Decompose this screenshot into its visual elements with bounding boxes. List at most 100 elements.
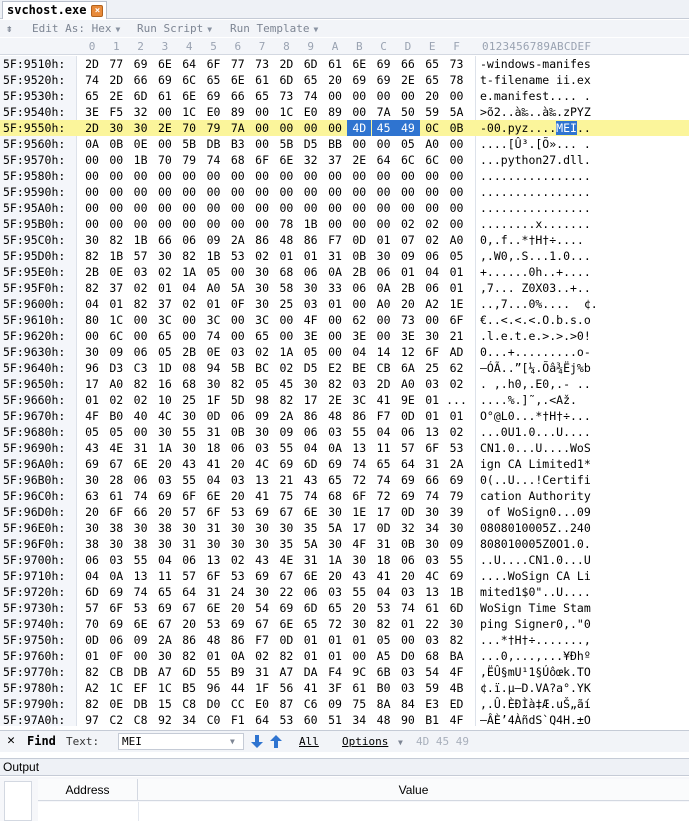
run-template-dropdown[interactable]: Run Template ▼	[230, 21, 318, 37]
hex-byte[interactable]: 1B	[299, 216, 323, 232]
hex-byte[interactable]: A7	[274, 664, 298, 680]
ascii-text[interactable]: ...*†H†÷.......,	[480, 632, 591, 648]
hex-byte[interactable]: 09	[274, 424, 298, 440]
hex-byte[interactable]: 37	[104, 280, 128, 296]
hex-byte[interactable]: 03	[396, 664, 420, 680]
hex-byte[interactable]: C0	[202, 712, 226, 726]
hex-byte[interactable]: 3C	[153, 312, 177, 328]
hex-row[interactable]: 5F:9570h: 00 00 1B 70 79 74 68 6F 6E 32 37 2E 64 6C 6C 0…	[0, 152, 689, 168]
hex-byte[interactable]: 20	[153, 504, 177, 520]
hex-byte[interactable]: 69	[104, 616, 128, 632]
hex-byte[interactable]: C2	[104, 712, 128, 726]
hex-byte[interactable]: 5A	[323, 520, 347, 536]
hex-byte[interactable]: 06	[104, 632, 128, 648]
hex-byte[interactable]: 97	[80, 712, 104, 726]
hex-byte[interactable]: 69	[104, 584, 128, 600]
hex-byte[interactable]: 67	[177, 600, 201, 616]
hex-byte[interactable]: 04	[177, 280, 201, 296]
hex-row[interactable]: 5F:9630h: 30 09 06 05 2B 0E 03 02 1A 05 00 04 14 12 6F A…	[0, 344, 689, 360]
hex-byte[interactable]: 20	[323, 568, 347, 584]
hex-byte[interactable]: 4E	[274, 552, 298, 568]
hex-byte[interactable]: 09	[202, 232, 226, 248]
hex-byte[interactable]: 30	[226, 536, 250, 552]
hex-byte[interactable]: 69	[372, 56, 396, 72]
hex-byte[interactable]: 00	[202, 200, 226, 216]
hex-byte[interactable]: 6F	[420, 440, 444, 456]
hex-byte[interactable]: 00	[299, 120, 323, 136]
hex-byte[interactable]: 10	[153, 392, 177, 408]
hex-byte[interactable]: C8	[129, 712, 153, 726]
hex-byte[interactable]: 31	[299, 552, 323, 568]
hex-byte[interactable]: 6D	[299, 600, 323, 616]
hex-byte[interactable]: 75	[347, 696, 371, 712]
hex-byte[interactable]: 2B	[347, 264, 371, 280]
hex-byte[interactable]: 0D	[347, 232, 371, 248]
hex-byte[interactable]: 86	[177, 632, 201, 648]
hex-byte[interactable]: 74	[372, 472, 396, 488]
hex-byte[interactable]: 80	[80, 312, 104, 328]
hex-byte[interactable]: 6F	[177, 488, 201, 504]
ascii-text[interactable]: 0‚.f..*†H†÷....	[480, 232, 591, 248]
hex-byte[interactable]: 01	[299, 632, 323, 648]
ascii-text[interactable]: CN1.0...U....WoS	[480, 440, 591, 456]
hex-byte[interactable]: 00	[274, 328, 298, 344]
hex-byte[interactable]: 03	[104, 552, 128, 568]
hex-byte[interactable]: 69	[372, 72, 396, 88]
hex-byte[interactable]: 1B	[129, 232, 153, 248]
hex-byte[interactable]: 32	[129, 104, 153, 120]
hex-byte[interactable]: 0D	[202, 408, 226, 424]
ascii-text[interactable]: WoSign Time Stam	[480, 600, 591, 616]
hex-byte[interactable]: 03	[396, 680, 420, 696]
hex-byte[interactable]: 6D	[445, 600, 469, 616]
hex-byte[interactable]: 50	[396, 104, 420, 120]
hex-byte[interactable]: 30	[153, 248, 177, 264]
hex-byte[interactable]: 6B	[372, 664, 396, 680]
hex-byte[interactable]: 6E	[299, 568, 323, 584]
hex-byte[interactable]: 00	[347, 136, 371, 152]
hex-byte[interactable]: 6A	[396, 360, 420, 376]
hex-row[interactable]: 5F:9650h: 17 A0 82 16 68 30 82 05 45 30 82 03 2D A0 03 0…	[0, 376, 689, 392]
ascii-text[interactable]: ....[Û³.[Õ»... .	[480, 136, 591, 152]
hex-byte[interactable]: 74	[299, 488, 323, 504]
hex-byte[interactable]: 61	[420, 600, 444, 616]
hex-byte[interactable]: 30	[177, 440, 201, 456]
hex-byte[interactable]: 00	[226, 264, 250, 280]
hex-byte[interactable]: 00	[347, 168, 371, 184]
hex-byte[interactable]: 69	[274, 600, 298, 616]
hex-byte[interactable]: E2	[323, 360, 347, 376]
hex-byte[interactable]: 66	[129, 504, 153, 520]
hex-byte[interactable]: CB	[372, 360, 396, 376]
hex-byte[interactable]: 61	[250, 72, 274, 88]
hex-byte[interactable]: 64	[250, 712, 274, 726]
hex-byte[interactable]: 00	[445, 152, 469, 168]
hex-byte[interactable]: 01	[372, 232, 396, 248]
hex-byte[interactable]: 09	[396, 248, 420, 264]
hex-byte[interactable]: 13	[129, 568, 153, 584]
hex-byte[interactable]: 82	[445, 632, 469, 648]
hex-byte[interactable]: 30	[202, 536, 226, 552]
hex-byte[interactable]: 69	[129, 56, 153, 72]
hex-byte[interactable]: 1B	[445, 584, 469, 600]
hex-byte[interactable]: 55	[347, 584, 371, 600]
hex-byte[interactable]: 01	[347, 632, 371, 648]
hex-row[interactable]: 5F:96B0h: 30 28 06 03 55 04 03 13 21 43 65 72 74 69 66 6…	[0, 472, 689, 488]
hex-byte[interactable]: 96	[80, 360, 104, 376]
hex-byte[interactable]: 35	[299, 520, 323, 536]
hex-byte[interactable]: 00	[323, 88, 347, 104]
hex-byte[interactable]: 31	[202, 424, 226, 440]
hex-byte[interactable]: 90	[396, 712, 420, 726]
ascii-text[interactable]: ................	[480, 184, 591, 200]
hex-row[interactable]: 5F:95E0h: 2B 0E 03 02 1A 05 00 30 68 06 0A 2B 06 01 04 0…	[0, 264, 689, 280]
hex-byte[interactable]: 02	[153, 264, 177, 280]
hex-byte[interactable]: 0A	[80, 136, 104, 152]
hex-byte[interactable]: 30	[153, 648, 177, 664]
hex-byte[interactable]: 06	[372, 264, 396, 280]
hex-byte[interactable]: 64	[396, 456, 420, 472]
hex-row[interactable]: 5F:9720h: 6D 69 74 65 64 31 24 30 22 06 03 55 04 03 13 1…	[0, 584, 689, 600]
hex-byte[interactable]: 73	[274, 88, 298, 104]
hex-byte[interactable]: 00	[445, 184, 469, 200]
hex-byte[interactable]: 2D	[372, 376, 396, 392]
hex-byte[interactable]: 30	[250, 424, 274, 440]
hex-byte[interactable]: 0E	[104, 696, 128, 712]
hex-byte[interactable]: B1	[420, 712, 444, 726]
